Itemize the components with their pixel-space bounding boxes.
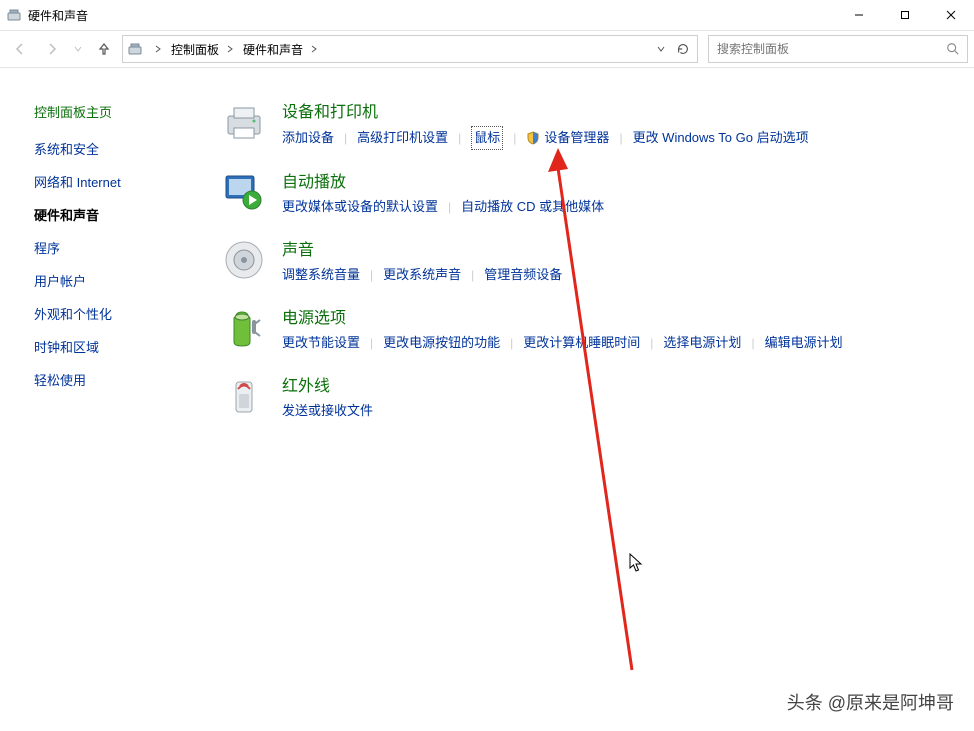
link-power-button-action[interactable]: 更改电源按钮的功能 (383, 332, 500, 354)
category-devices-printers: 设备和打印机 添加设备 | 高级打印机设置 | 鼠标 | (222, 98, 974, 150)
sidebar: 控制面板主页 系统和安全 网络和 Internet 硬件和声音 程序 用户帐户 … (0, 68, 222, 731)
link-change-media-defaults[interactable]: 更改媒体或设备的默认设置 (282, 196, 438, 218)
sidebar-item-clock-region[interactable]: 时钟和区域 (34, 337, 206, 356)
control-panel-icon (6, 7, 22, 23)
speaker-icon (222, 238, 266, 282)
close-button[interactable] (928, 0, 974, 30)
window-controls (836, 0, 974, 30)
link-windows-to-go[interactable]: 更改 Windows To Go 启动选项 (633, 127, 809, 149)
category-infrared: 红外线 发送或接收文件 (222, 372, 974, 422)
chevron-right-icon (151, 42, 165, 56)
link-energy-settings[interactable]: 更改节能设置 (282, 332, 360, 354)
category-autoplay: 自动播放 更改媒体或设备的默认设置 | 自动播放 CD 或其他媒体 (222, 168, 974, 218)
sidebar-item-ease-of-access[interactable]: 轻松使用 (34, 370, 206, 389)
breadcrumb-current[interactable]: 硬件和声音 (243, 41, 321, 58)
window-title: 硬件和声音 (28, 7, 88, 24)
link-change-system-sounds[interactable]: 更改系统声音 (383, 264, 461, 286)
printer-icon (222, 100, 266, 144)
link-select-power-plan[interactable]: 选择电源计划 (663, 332, 741, 354)
search-icon[interactable] (945, 41, 961, 57)
category-title-power[interactable]: 电源选项 (282, 304, 974, 328)
link-autoplay-cd[interactable]: 自动播放 CD 或其他媒体 (461, 196, 604, 218)
breadcrumb-current-label: 硬件和声音 (243, 41, 303, 58)
cursor-icon (629, 553, 645, 576)
breadcrumb-chevron-root[interactable] (149, 42, 165, 56)
minimize-button[interactable] (836, 0, 882, 30)
link-manage-audio-devices[interactable]: 管理音频设备 (484, 264, 562, 286)
search-box[interactable] (708, 35, 968, 63)
link-add-device[interactable]: 添加设备 (282, 127, 334, 149)
watermark: 头条 @原来是阿坤哥 (787, 689, 954, 715)
chevron-right-icon (223, 42, 237, 56)
address-bar[interactable]: 控制面板 硬件和声音 (122, 35, 698, 63)
battery-icon (222, 306, 266, 350)
search-input[interactable] (715, 41, 945, 57)
sidebar-item-network[interactable]: 网络和 Internet (34, 172, 206, 191)
breadcrumb-root-label: 控制面板 (171, 41, 219, 58)
link-device-manager[interactable]: 设备管理器 (526, 127, 609, 149)
category-title-sound[interactable]: 声音 (282, 236, 974, 260)
sidebar-item-system-security[interactable]: 系统和安全 (34, 139, 206, 158)
link-send-receive-files[interactable]: 发送或接收文件 (282, 400, 373, 422)
link-advanced-printer[interactable]: 高级打印机设置 (357, 127, 448, 149)
location-icon (127, 41, 143, 57)
link-edit-power-plan[interactable]: 编辑电源计划 (765, 332, 843, 354)
link-system-volume[interactable]: 调整系统音量 (282, 264, 360, 286)
chevron-right-icon (307, 42, 321, 56)
breadcrumb-root[interactable]: 控制面板 (171, 41, 237, 58)
sidebar-item-programs[interactable]: 程序 (34, 238, 206, 257)
category-title-infrared[interactable]: 红外线 (282, 372, 974, 396)
link-device-manager-label: 设备管理器 (544, 127, 609, 149)
shield-icon (526, 131, 540, 145)
main-content: 设备和打印机 添加设备 | 高级打印机设置 | 鼠标 | (222, 68, 974, 731)
titlebar: 硬件和声音 (0, 0, 974, 30)
sidebar-item-hardware-sound[interactable]: 硬件和声音 (34, 205, 206, 224)
category-power: 电源选项 更改节能设置 | 更改电源按钮的功能 | 更改计算机睡眠时间 | 选择… (222, 304, 974, 354)
autoplay-icon (222, 170, 266, 214)
refresh-button[interactable] (675, 41, 691, 57)
sidebar-heading[interactable]: 控制面板主页 (34, 102, 206, 121)
category-sound: 声音 调整系统音量 | 更改系统声音 | 管理音频设备 (222, 236, 974, 286)
up-button[interactable] (90, 35, 118, 63)
navbar: 控制面板 硬件和声音 (0, 30, 974, 68)
category-title-devices[interactable]: 设备和打印机 (282, 98, 974, 122)
maximize-button[interactable] (882, 0, 928, 30)
category-title-autoplay[interactable]: 自动播放 (282, 168, 974, 192)
address-dropdown[interactable] (653, 41, 669, 57)
link-mouse[interactable]: 鼠标 (471, 126, 503, 150)
sidebar-item-appearance[interactable]: 外观和个性化 (34, 304, 206, 323)
sidebar-item-user-accounts[interactable]: 用户帐户 (34, 271, 206, 290)
forward-button[interactable] (38, 35, 66, 63)
back-button[interactable] (6, 35, 34, 63)
infrared-icon (222, 374, 266, 418)
link-sleep-time[interactable]: 更改计算机睡眠时间 (523, 332, 640, 354)
history-dropdown[interactable] (70, 35, 86, 63)
